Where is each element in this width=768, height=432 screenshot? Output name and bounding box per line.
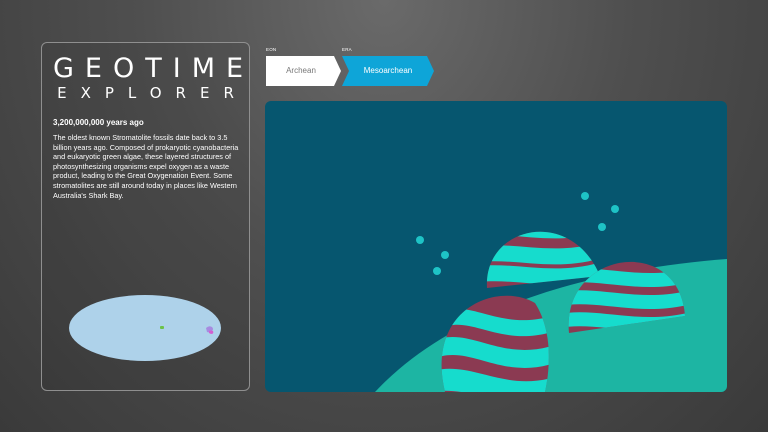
years-ago-label: 3,200,000,000 years ago bbox=[53, 118, 144, 127]
world-map[interactable] bbox=[69, 293, 224, 365]
era-value: Mesoarchean bbox=[363, 66, 413, 75]
eon-caption: EON bbox=[266, 47, 277, 52]
map-ocean bbox=[69, 295, 221, 361]
era-caption: ERA bbox=[342, 47, 352, 52]
era-illustration bbox=[265, 101, 727, 392]
bubble-icon bbox=[598, 223, 606, 231]
app-subtitle: EXPLORER bbox=[57, 84, 248, 102]
bubble-icon bbox=[416, 236, 424, 244]
bubble-icon bbox=[441, 251, 449, 259]
era-description: The oldest known Stromatolite fossils da… bbox=[53, 133, 239, 200]
stromatolite-scene bbox=[375, 192, 727, 392]
app-title: GEOTIME bbox=[53, 53, 255, 84]
breadcrumb-eon[interactable]: EON Archean bbox=[266, 47, 341, 86]
landmass-marker bbox=[160, 326, 164, 329]
info-panel: GEOTIME EXPLORER 3,200,000,000 years ago… bbox=[41, 42, 250, 391]
bubble-icon bbox=[581, 192, 589, 200]
bubble-icon bbox=[433, 267, 441, 275]
eon-value: Archean bbox=[286, 66, 316, 75]
breadcrumb-era[interactable]: ERA Mesoarchean bbox=[342, 47, 434, 86]
bubble-icon bbox=[611, 205, 619, 213]
landmass-marker bbox=[209, 330, 214, 334]
